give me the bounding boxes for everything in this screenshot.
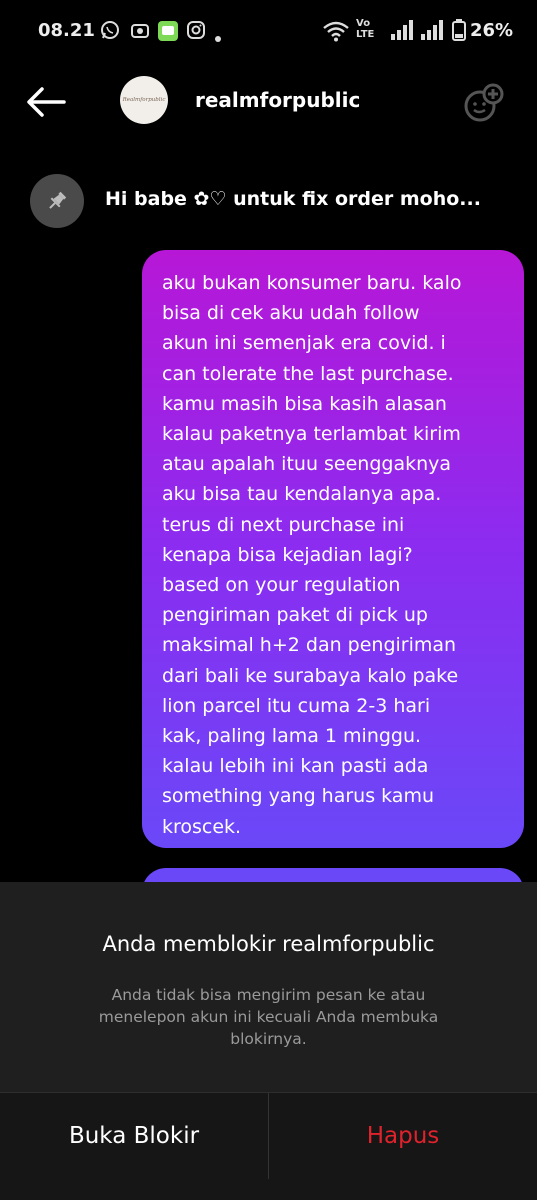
message-line: akun ini semenjak era covid. i	[162, 332, 446, 355]
signal-icon	[390, 20, 414, 44]
avatar[interactable]: Realmforpublic	[120, 76, 168, 124]
message-line: kroscek.	[162, 815, 242, 838]
message-line: terus di next purchase ini	[162, 513, 405, 536]
dot-icon	[215, 27, 221, 46]
wifi-icon	[322, 20, 350, 46]
message-line: aku bukan konsumer baru. kalo	[162, 272, 462, 294]
blocked-account-panel: Anda memblokir realmforpublic Anda tidak…	[0, 882, 537, 1200]
navigation-bar	[0, 1179, 537, 1200]
camera-app-icon	[130, 20, 150, 44]
blocked-actions: Buka Blokir Hapus	[0, 1093, 537, 1200]
avatar-logo-text: Realmforpublic	[122, 97, 166, 103]
whatsapp-icon	[100, 20, 120, 44]
message-line: kamu masih bisa kasih alasan	[162, 392, 447, 415]
signal-icon	[420, 20, 444, 44]
status-bar: 08.21 Vo LTE 26%	[0, 0, 537, 62]
blocked-title: Anda memblokir realmforpublic	[102, 932, 435, 956]
status-time: 08.21	[38, 20, 95, 41]
volte-label: Vo LTE	[356, 18, 375, 40]
message-line: pengiriman paket di pick up	[162, 604, 428, 627]
message-line: lion parcel itu cuma 2-3 hari	[162, 694, 431, 717]
message-line: kalau paketnya terlambat kirim	[162, 423, 461, 446]
delete-button[interactable]: Hapus	[269, 1093, 537, 1179]
message-line: aku bisa tau kendalanya apa.	[162, 483, 442, 506]
instagram-icon	[186, 20, 206, 44]
pinned-message[interactable]: Hi babe ✿♡ untuk fix order moho...	[0, 170, 537, 232]
arrow-left-icon	[27, 87, 66, 117]
message-line: kenapa bisa kejadian lagi?	[162, 543, 413, 566]
pinned-message-text: Hi babe ✿♡ untuk fix order moho...	[105, 188, 481, 210]
chat-username[interactable]: realmforpublic	[195, 88, 360, 112]
blocked-description: Anda tidak bisa mengirim pesan ke atau m…	[98, 986, 439, 1048]
message-line: based on your regulation	[162, 574, 401, 597]
message-line: bisa di cek aku udah follow	[162, 302, 420, 325]
battery-percentage: 26%	[470, 20, 514, 41]
unblock-button[interactable]: Buka Blokir	[0, 1093, 268, 1179]
message-line: kalau lebih ini kan pasti ada	[162, 755, 429, 778]
message-line: maksimal h+2 dan pengiriman	[162, 634, 457, 657]
message-app-icon	[157, 20, 179, 46]
battery-icon	[452, 19, 466, 45]
add-people-icon	[464, 83, 504, 122]
pin-icon	[49, 191, 67, 209]
back-button[interactable]	[24, 82, 68, 122]
message-line: can tolerate the last purchase.	[162, 362, 454, 385]
message-line: something yang harus kamu	[162, 785, 435, 808]
chat-header: Realmforpublic realmforpublic	[0, 62, 537, 142]
message-line: dari bali ke surabaya kalo pake	[162, 664, 459, 687]
add-people-button[interactable]	[460, 80, 506, 126]
message-line: kak, paling lama 1 minggu.	[162, 725, 422, 748]
message-line: atau apalah ituu seenggaknya	[162, 453, 452, 476]
pin-badge	[30, 174, 84, 228]
sent-message-bubble[interactable]: aku bukan konsumer baru. kalo bisa di ce…	[142, 250, 524, 848]
